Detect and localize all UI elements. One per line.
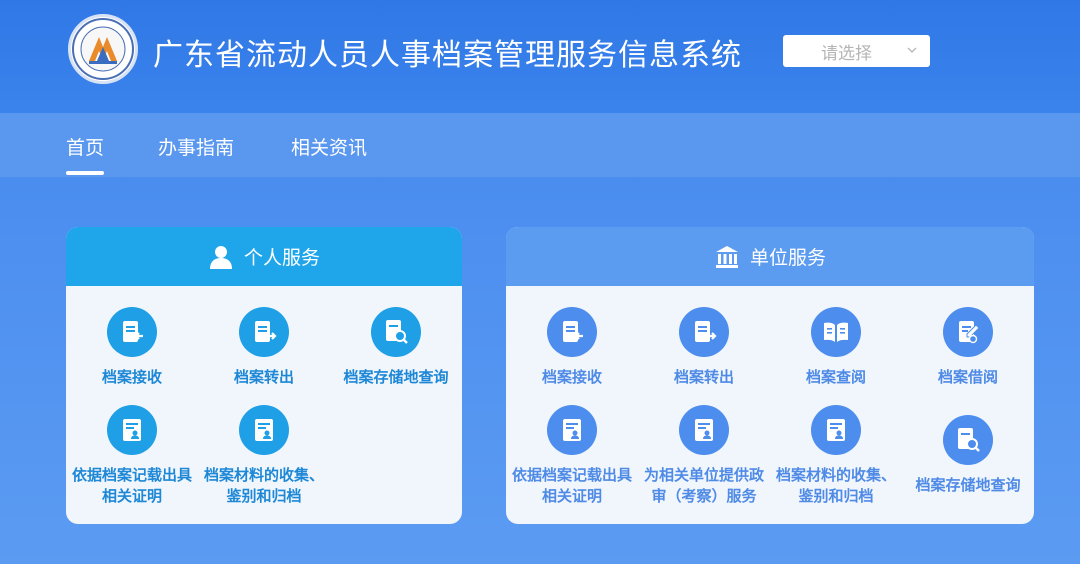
service-label: 档案接收 — [541, 368, 602, 386]
service-label: 档案借阅 — [937, 368, 998, 386]
nav-item-guide[interactable]: 办事指南 — [158, 133, 234, 160]
service-label: 档案转出 — [673, 368, 734, 386]
file-transfer-out-icon — [239, 307, 289, 357]
service-label: 档案存储地查询 — [915, 476, 1021, 494]
unit-certificate[interactable]: 依据档案记载出具 相关证明 — [506, 405, 638, 507]
file-search-icon — [943, 415, 993, 465]
service-label: 依据档案记载出具 相关证明 — [506, 465, 638, 507]
political-review-icon — [679, 405, 729, 455]
service-label-line: 依据档案记载出具 — [511, 466, 632, 484]
unit-file-storage-query[interactable]: 档案存储地查询 — [902, 415, 1034, 496]
certificate-icon — [547, 405, 597, 455]
unit-file-transfer-out[interactable]: 档案转出 — [638, 307, 770, 388]
site-title: 广东省流动人员人事档案管理服务信息系统 — [153, 38, 742, 73]
service-label: 依据档案记载出具 相关证明 — [66, 465, 198, 507]
main-nav: 首页 办事指南 相关资讯 — [0, 113, 1080, 177]
service-label-line: 为相关单位提供政 — [643, 466, 764, 484]
service-label-line: 相关证明 — [101, 487, 162, 505]
unit-file-review[interactable]: 档案查阅 — [770, 307, 902, 388]
unit-services-panel: 单位服务 档案接收 档案转出 档案查阅 档案借阅 依据档案记载出具 相关证明 为… — [506, 227, 1034, 524]
archive-material-icon — [239, 405, 289, 455]
unit-political-review[interactable]: 为相关单位提供政 审（考察）服务 — [638, 405, 770, 507]
region-select-placeholder: 请选择 — [821, 43, 872, 64]
file-search-icon — [371, 307, 421, 357]
service-label-line: 依据档案记载出具 — [71, 466, 192, 484]
service-label-line: 鉴别和归档 — [798, 487, 874, 505]
service-label: 档案转出 — [233, 368, 294, 386]
unit-archive-materials[interactable]: 档案材料的收集、 鉴别和归档 — [770, 405, 902, 507]
service-label: 档案材料的收集、 鉴别和归档 — [198, 465, 330, 507]
certificate-icon — [107, 405, 157, 455]
file-borrow-icon — [943, 307, 993, 357]
service-label: 档案材料的收集、 鉴别和归档 — [770, 465, 902, 507]
service-label: 档案查阅 — [805, 368, 866, 386]
person-icon — [209, 245, 232, 269]
site-logo[interactable] — [68, 14, 138, 84]
book-open-icon — [811, 307, 861, 357]
file-receive-icon — [107, 307, 157, 357]
service-label: 为相关单位提供政 审（考察）服务 — [638, 465, 770, 507]
service-label: 档案接收 — [101, 368, 162, 386]
service-label-line: 鉴别和归档 — [226, 487, 302, 505]
personal-services-header: 个人服务 — [66, 227, 462, 286]
chevron-down-icon — [907, 47, 917, 54]
personal-file-storage-query[interactable]: 档案存储地查询 — [330, 307, 462, 388]
personal-file-transfer-out[interactable]: 档案转出 — [198, 307, 330, 388]
personal-certificate[interactable]: 依据档案记载出具 相关证明 — [66, 405, 198, 507]
service-label-line: 档案材料的收集、 — [775, 466, 896, 484]
region-select[interactable]: 请选择 — [783, 35, 930, 67]
unit-file-receive[interactable]: 档案接收 — [506, 307, 638, 388]
building-icon — [715, 245, 738, 268]
unit-services-title: 单位服务 — [749, 247, 826, 269]
file-receive-icon — [547, 307, 597, 357]
file-transfer-out-icon — [679, 307, 729, 357]
nav-item-home[interactable]: 首页 — [66, 133, 105, 175]
personal-services-panel: 个人服务 档案接收 档案转出 档案存储地查询 依据档案记载出具 相关证明 档案材… — [66, 227, 462, 524]
personal-services-title: 个人服务 — [243, 247, 320, 269]
unit-services-header: 单位服务 — [506, 227, 1034, 286]
unit-file-borrow[interactable]: 档案借阅 — [902, 307, 1034, 388]
personal-archive-materials[interactable]: 档案材料的收集、 鉴别和归档 — [198, 405, 330, 507]
service-label-line: 档案材料的收集、 — [203, 466, 324, 484]
nav-item-news[interactable]: 相关资讯 — [291, 133, 367, 160]
service-label-line: 审（考察）服务 — [651, 487, 757, 505]
service-label-line: 相关证明 — [541, 487, 602, 505]
personal-file-receive[interactable]: 档案接收 — [66, 307, 198, 388]
archive-material-icon — [811, 405, 861, 455]
site-header: 广东省流动人员人事档案管理服务信息系统 请选择 — [0, 0, 1080, 113]
service-label: 档案存储地查询 — [343, 368, 449, 386]
